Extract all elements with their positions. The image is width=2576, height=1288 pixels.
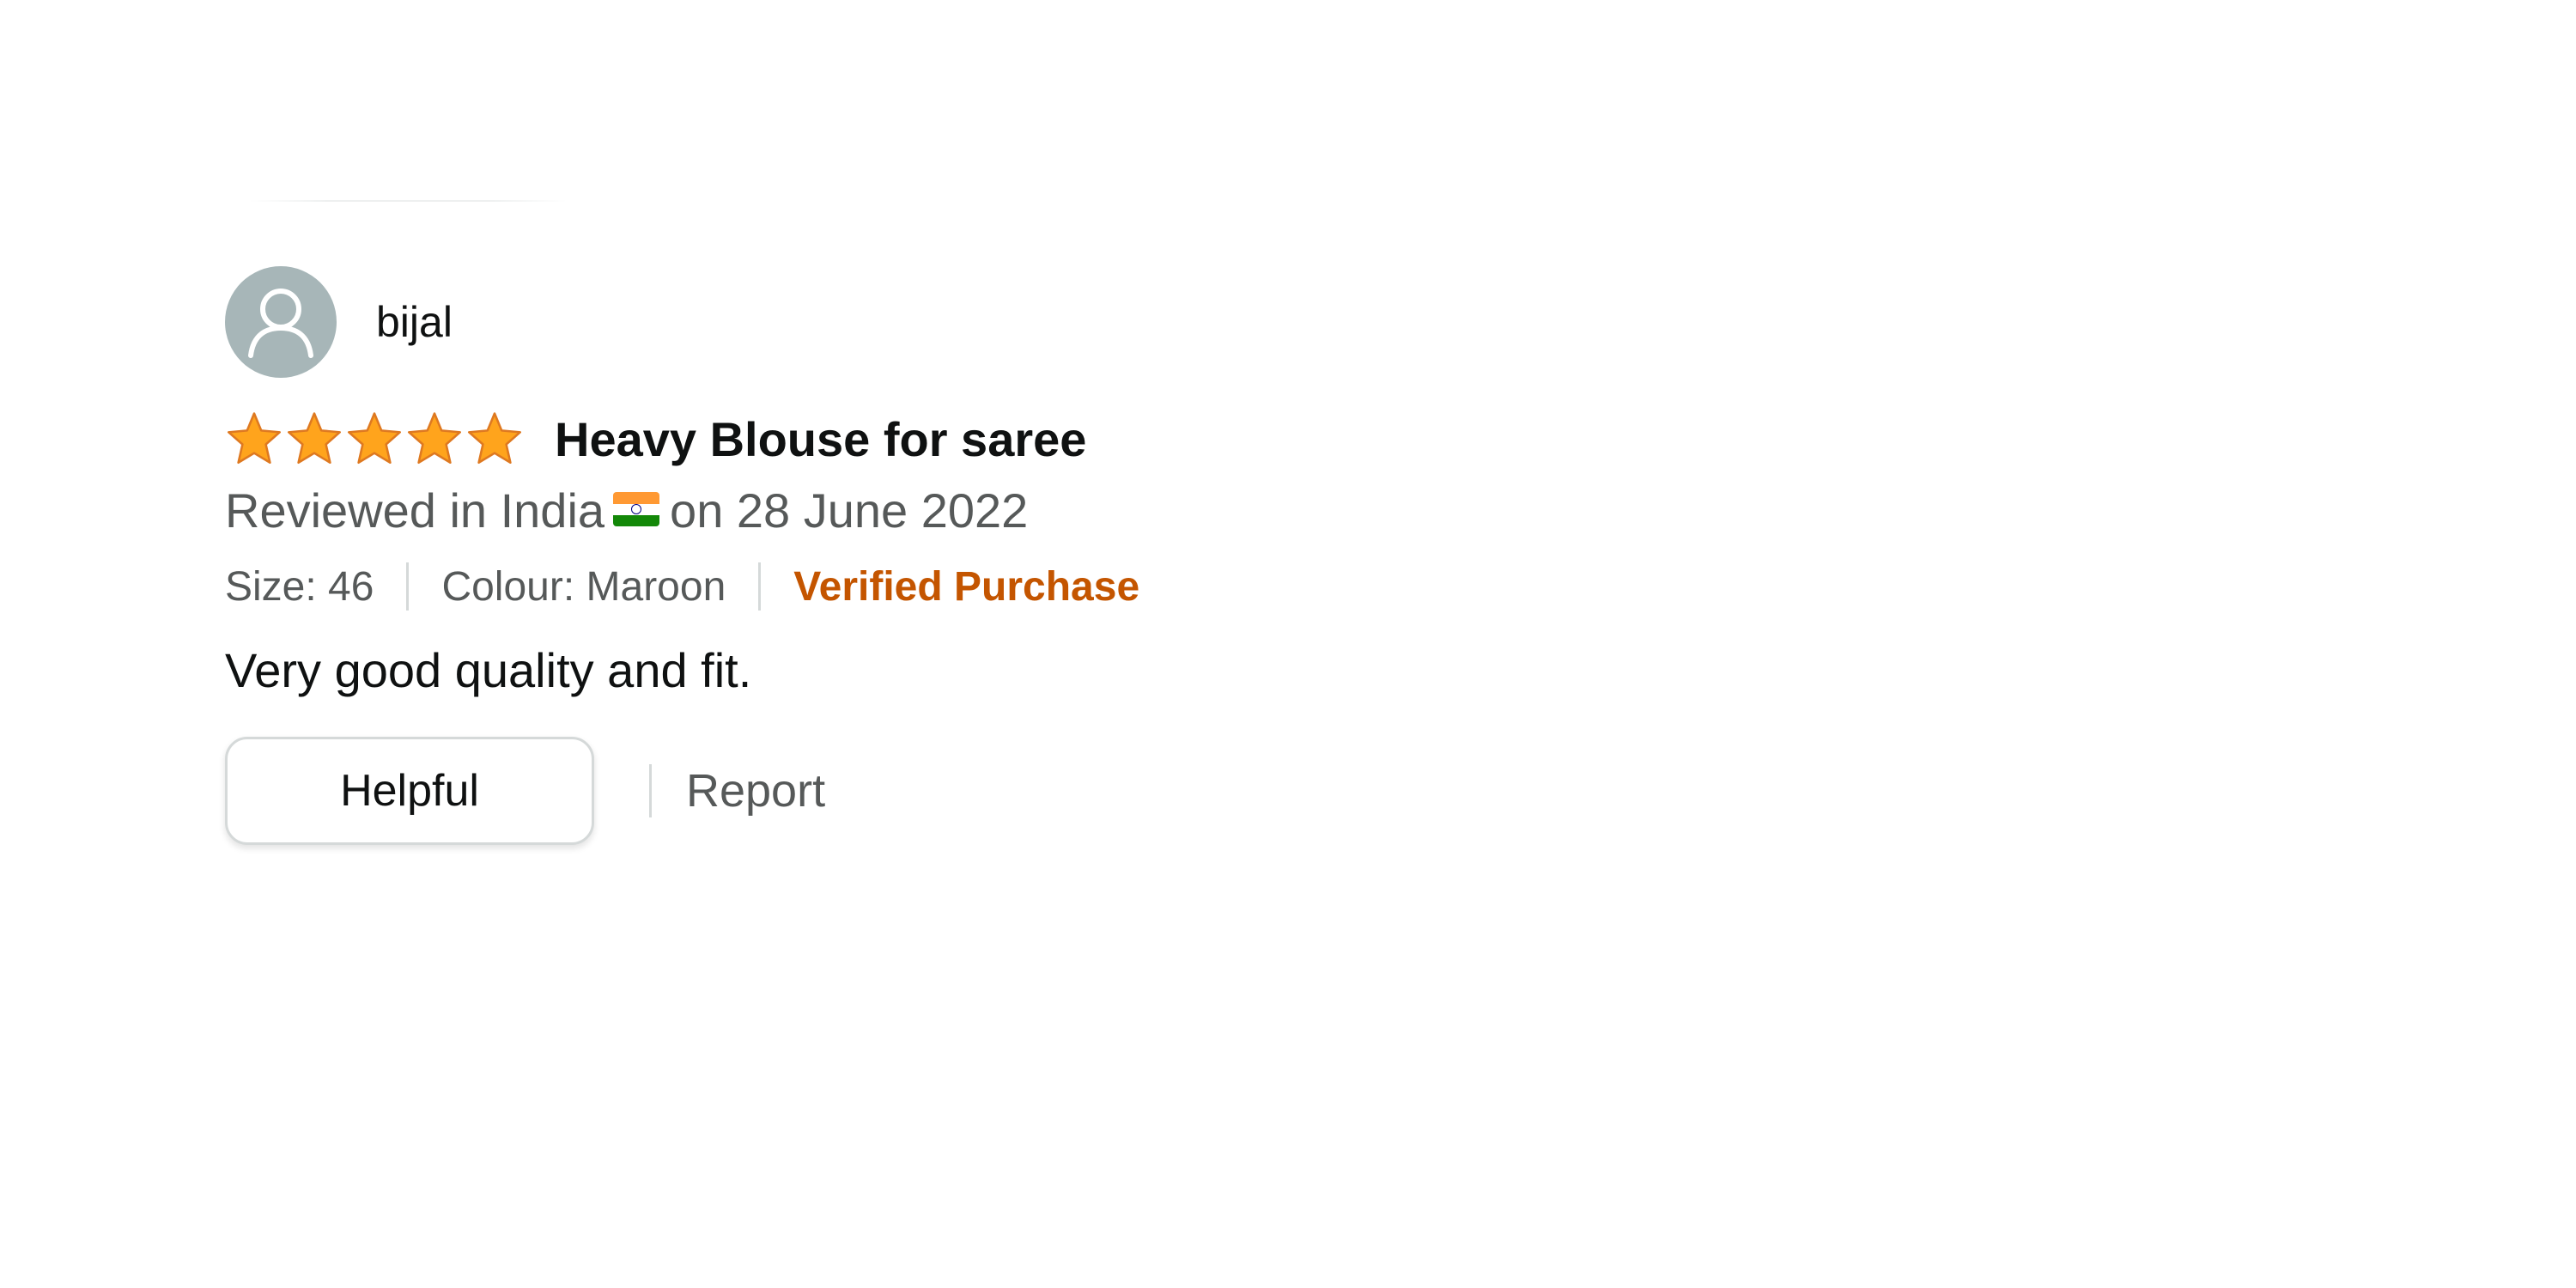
section-divider (249, 200, 567, 202)
default-user-avatar-icon (248, 289, 313, 358)
report-link[interactable]: Report (686, 764, 825, 817)
review-title-row: Heavy Blouse for saree (225, 405, 1427, 472)
helpful-button[interactable]: Helpful (225, 737, 594, 845)
star-icon (285, 410, 343, 468)
reviewer-name: bijal (376, 298, 453, 346)
star-icon (345, 410, 404, 468)
divider (649, 764, 652, 817)
size-variant: Size: 46 (225, 563, 374, 610)
review-body: Very good quality and fit. (225, 643, 752, 697)
star-icon (405, 410, 464, 468)
review-date-prefix: Reviewed in India (225, 483, 605, 538)
product-format-strip: Size: 46 Colour: Maroon Verified Purchas… (225, 555, 1427, 618)
review-date-suffix: on 28 June 2022 (670, 483, 1029, 538)
star-rating[interactable] (225, 410, 524, 468)
verified-purchase-badge[interactable]: Verified Purchase (793, 563, 1139, 611)
star-icon (465, 410, 524, 468)
customer-review: bijal Heavy Blouse for saree Reviewed in… (225, 266, 1427, 845)
review-title[interactable]: Heavy Blouse for saree (555, 411, 1086, 467)
avatar (225, 266, 337, 378)
review-date: Reviewed in India on 28 June 2022 (225, 479, 1427, 543)
review-actions: Helpful Report (225, 737, 1427, 845)
reviewer-profile[interactable]: bijal (225, 266, 1427, 378)
divider (406, 562, 410, 611)
colour-variant: Colour: Maroon (441, 563, 726, 610)
divider (758, 562, 762, 611)
star-icon (225, 410, 283, 468)
india-flag-icon (613, 492, 660, 527)
